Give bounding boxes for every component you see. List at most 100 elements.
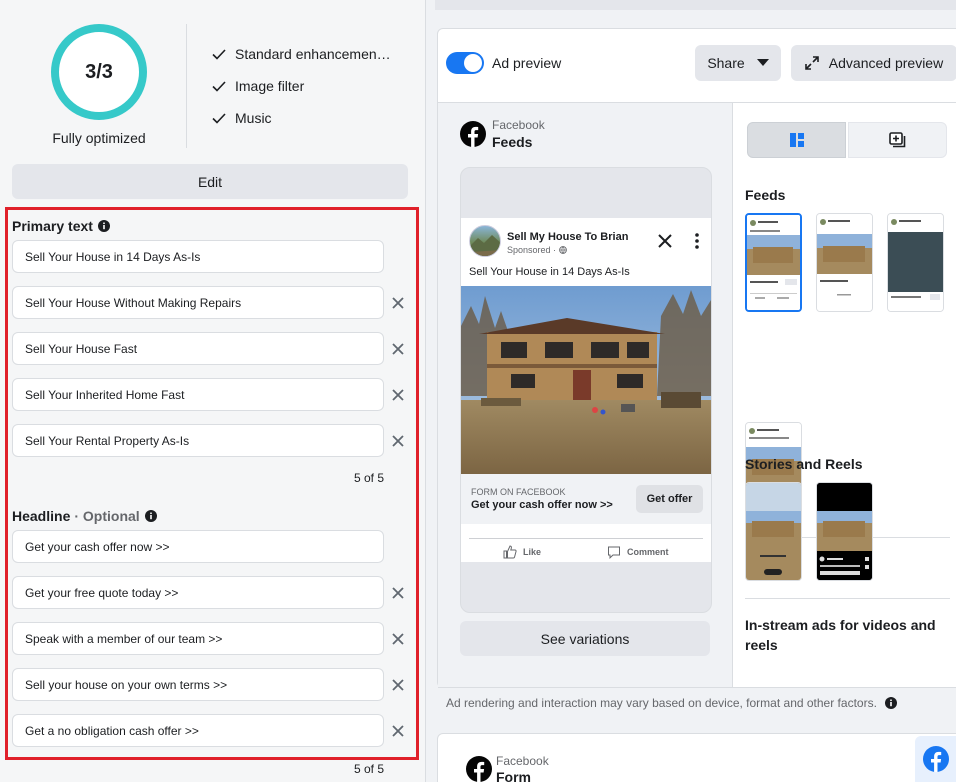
divider	[186, 24, 187, 148]
headline-input-4[interactable]: Sell your house on your own terms >>	[12, 668, 384, 701]
remove-icon[interactable]	[390, 723, 406, 739]
story-thumbnail[interactable]	[745, 482, 802, 581]
feed-thumbnail[interactable]	[816, 213, 873, 312]
remove-icon[interactable]	[390, 387, 406, 403]
remove-icon[interactable]	[390, 677, 406, 693]
divider	[745, 598, 950, 599]
ad-preview-label: Ad preview	[492, 55, 562, 71]
toggle-knob	[464, 54, 482, 72]
reel-thumbnail[interactable]	[816, 482, 873, 581]
like-button[interactable]: Like	[503, 544, 541, 560]
facebook-icon	[923, 746, 949, 772]
primary-text-title: Primary text	[12, 218, 93, 234]
sponsored-label: Sponsored ·	[507, 245, 567, 256]
advanced-preview-label: Advanced preview	[828, 55, 944, 71]
primary-text-input-2[interactable]: Sell Your House Without Making Repairs	[12, 286, 384, 319]
remove-icon[interactable]	[390, 433, 406, 449]
ad-post: Sell My House To Brian Sponsored · Sell …	[461, 218, 711, 562]
checkmark-icon	[211, 110, 227, 126]
feed-preview-area: Facebook Feeds Sell My House To Brian Sp…	[438, 103, 732, 687]
get-offer-button[interactable]: Get offer	[636, 485, 703, 513]
headline-input-5[interactable]: Get a no obligation cash offer >>	[12, 714, 384, 747]
enhancement-label: Image filter	[235, 78, 305, 94]
checkmark-icon	[211, 78, 227, 94]
headline-count: 5 of 5	[354, 762, 385, 776]
disclaimer: Ad rendering and interaction may vary ba…	[446, 696, 897, 710]
add-preview-icon	[888, 132, 907, 148]
grid-view-button[interactable]	[747, 122, 846, 158]
comment-icon	[608, 546, 620, 559]
phone-mockup: Sell My House To Brian Sponsored · Sell …	[460, 167, 712, 613]
remove-icon[interactable]	[390, 585, 406, 601]
platform-label: Facebook	[496, 754, 549, 768]
placement-label: Feeds	[492, 134, 533, 150]
ad-creative-panel: 3/3 Fully optimized Standard enhancemen……	[0, 0, 425, 782]
layout-icon	[789, 133, 804, 147]
sponsored-text: Sponsored ·	[507, 245, 559, 255]
info-icon[interactable]	[884, 697, 897, 709]
preview-body: Facebook Feeds Sell My House To Brian Sp…	[438, 102, 956, 688]
stories-reels-heading: Stories and Reels	[745, 456, 863, 472]
headline-input-1[interactable]: Get your cash offer now >>	[12, 530, 384, 563]
info-icon[interactable]	[144, 510, 157, 522]
ad-preview-card: Ad preview Share Advanced preview Facebo…	[437, 28, 956, 710]
page-name: Sell My House To Brian	[507, 231, 629, 243]
more-options-icon[interactable]	[689, 232, 705, 250]
facebook-logo-icon	[466, 756, 492, 782]
enhancement-label: Standard enhancemen…	[235, 46, 391, 62]
share-button[interactable]: Share	[695, 45, 781, 81]
divider	[469, 538, 703, 539]
feeds-heading: Feeds	[745, 187, 786, 203]
avatar	[469, 225, 501, 257]
remove-icon[interactable]	[390, 341, 406, 357]
feed-thumbnail[interactable]	[887, 213, 944, 312]
info-icon[interactable]	[97, 220, 110, 232]
feed-thumbnail[interactable]	[745, 213, 802, 312]
primary-text-input-1[interactable]: Sell Your House in 14 Days As-Is	[12, 240, 384, 273]
enhancement-image-filter: Image filter	[211, 76, 304, 96]
disclaimer-text: Ad rendering and interaction may vary ba…	[446, 696, 877, 710]
cta-headline: Get your cash offer now >>	[471, 499, 613, 511]
primary-text-label: Primary text	[12, 218, 110, 234]
see-variations-button[interactable]: See variations	[460, 621, 710, 656]
placement-sidebar: Feeds Stories and Reels In-stream ads fo…	[732, 103, 956, 687]
headline-title: Headline	[12, 508, 71, 524]
remove-icon[interactable]	[390, 631, 406, 647]
enhancement-music: Music	[211, 108, 272, 128]
enhancement-label: Music	[235, 110, 272, 126]
like-label: Like	[523, 547, 542, 557]
ad-preview-toggle[interactable]	[446, 52, 484, 74]
comment-label: Comment	[627, 547, 669, 557]
headline-label: Headline · Optional	[12, 508, 157, 524]
instream-heading: In-stream ads for videos and reels	[745, 617, 936, 653]
cta-bar: FORM ON FACEBOOK Get your cash offer now…	[461, 474, 711, 524]
headline-input-2[interactable]: Get your free quote today >>	[12, 576, 384, 609]
optimization-status: Fully optimized	[52, 130, 146, 146]
close-icon[interactable]	[657, 233, 673, 249]
optimization-score-ring: 3/3	[51, 24, 147, 120]
edit-button[interactable]: Edit	[12, 164, 408, 199]
primary-text-input-3[interactable]: Sell Your House Fast	[12, 332, 384, 365]
enhancement-standard: Standard enhancemen…	[211, 44, 391, 64]
house-image	[461, 286, 711, 474]
view-toggle	[747, 122, 947, 158]
primary-text-input-5[interactable]: Sell Your Rental Property As-Is	[12, 424, 384, 457]
primary-text-input-4[interactable]: Sell Your Inherited Home Fast	[12, 378, 384, 411]
comment-button[interactable]: Comment	[607, 544, 669, 560]
thumbs-up-icon	[503, 545, 517, 559]
optimization-score: 3/3	[85, 61, 113, 83]
globe-icon	[558, 246, 567, 256]
advanced-preview-button[interactable]: Advanced preview	[791, 45, 956, 81]
platform-label: Facebook	[492, 118, 545, 132]
placement-label: Form	[496, 769, 531, 782]
share-label: Share	[707, 55, 745, 71]
post-text: Sell Your House in 14 Days As-Is	[469, 266, 630, 278]
primary-text-count: 5 of 5	[354, 471, 385, 485]
remove-icon[interactable]	[390, 295, 406, 311]
facebook-view-button[interactable]	[915, 736, 956, 782]
form-preview-card: Facebook Form	[437, 733, 956, 782]
checkmark-icon	[211, 46, 227, 62]
headline-input-3[interactable]: Speak with a member of our team >>	[12, 622, 384, 655]
single-view-button[interactable]	[848, 122, 947, 158]
ad-preview-panel: Ad preview Share Advanced preview Facebo…	[425, 0, 956, 782]
